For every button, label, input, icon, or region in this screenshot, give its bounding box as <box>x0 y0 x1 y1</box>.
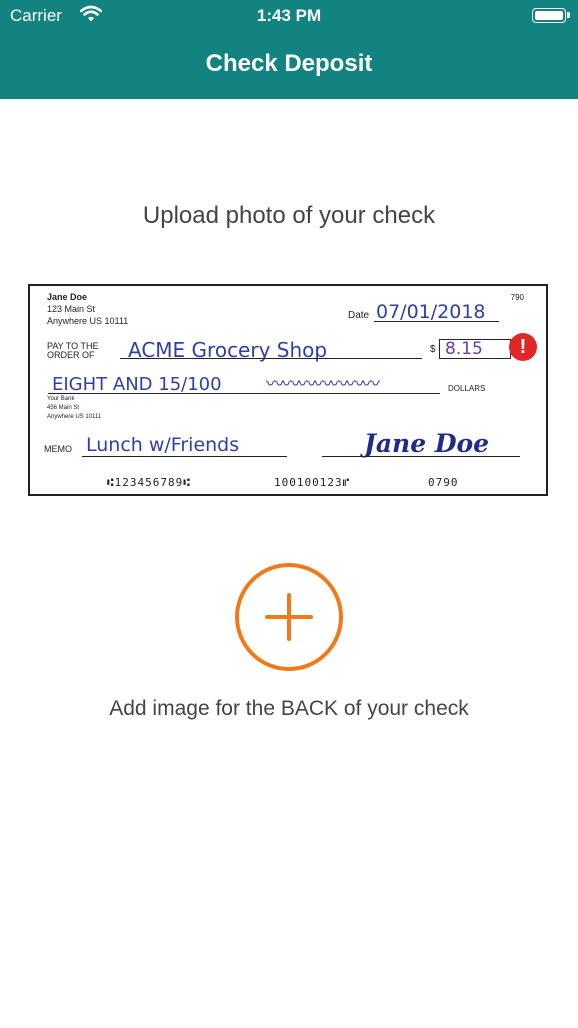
exclamation-icon[interactable]: ! <box>509 333 537 361</box>
account-number: 100100123⑈ <box>274 476 351 489</box>
battery-icon <box>532 8 570 23</box>
bank-address-line2: Anywhere US 10111 <box>47 414 102 420</box>
status-bar: Carrier 1:43 PM <box>0 0 578 32</box>
micr-check-number: 0790 <box>428 476 459 489</box>
dollar-sign: $ <box>430 344 436 355</box>
upload-instruction: Upload photo of your check <box>142 202 436 229</box>
check-number: 790 <box>510 293 524 302</box>
dollars-label: DOLLARS <box>448 384 486 393</box>
bank-address-line1: 456 Main St <box>47 405 80 411</box>
date-label: Date <box>348 310 370 321</box>
account-holder-name: Jane Doe <box>47 292 88 302</box>
memo-label: MEMO <box>44 444 72 454</box>
written-amount: EIGHT AND 15/100 <box>52 374 222 395</box>
holder-address-line1: 123 Main St <box>47 304 96 314</box>
bank-name: Your Bank <box>47 396 75 402</box>
add-back-image-label: Add image for the BACK of your check <box>109 697 469 720</box>
navigation-bar: Carrier 1:43 PM Check Deposit <box>0 0 578 99</box>
memo-text: Lunch w/Friends <box>86 434 240 456</box>
signature: Jane Doe <box>364 429 490 458</box>
pay-to-label-2: ORDER OF <box>47 350 95 360</box>
check-image[interactable]: Jane Doe 123 Main St Anywhere US 10111 7… <box>28 284 548 496</box>
clock: 1:43 PM <box>256 6 322 25</box>
add-back-image-button[interactable] <box>235 563 343 671</box>
amount-value: 8.15 <box>445 339 483 359</box>
routing-number: ⑆123456789⑆ <box>107 476 191 489</box>
holder-address-line2: Anywhere US 10111 <box>47 316 129 326</box>
page-title: Check Deposit <box>205 50 373 77</box>
check-date: 07/01/2018 <box>376 301 486 323</box>
